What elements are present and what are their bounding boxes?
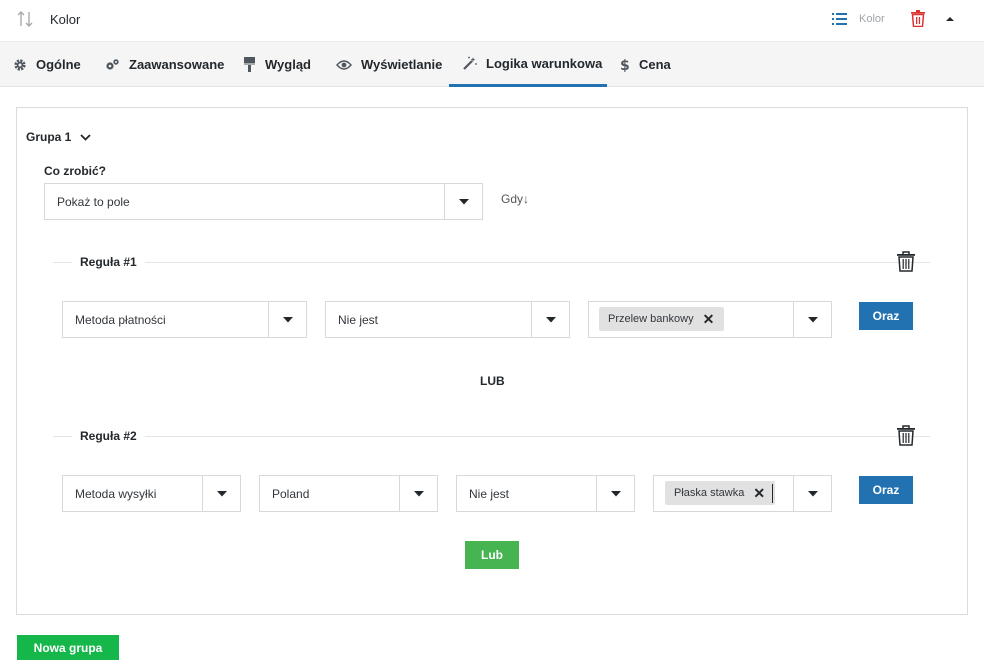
rule-divider [53, 262, 930, 263]
select-arrow [793, 476, 831, 511]
when-label: Gdy↓ [501, 192, 530, 206]
caret-down-icon [216, 490, 227, 496]
tab-advanced[interactable]: Zaawansowane [105, 42, 224, 87]
sort-arrows-icon[interactable] [17, 10, 33, 28]
dollar-icon: $ [620, 58, 630, 72]
eye-icon [336, 59, 352, 70]
gears-icon [106, 58, 119, 70]
list-icon [832, 13, 847, 25]
remove-tag-icon[interactable]: ✕ [753, 485, 765, 502]
magic-wand-icon [463, 56, 477, 70]
tab-general[interactable]: Ogólne [13, 42, 81, 87]
rule-title: Reguła #1 [72, 255, 145, 269]
select-arrow [399, 476, 437, 511]
group-toggle[interactable]: Grupa 1 [26, 130, 91, 144]
action-label: Co zrobić? [44, 164, 106, 178]
new-group-button[interactable]: Nowa grupa [17, 635, 119, 660]
select-arrow [596, 476, 634, 511]
svg-text:$: $ [620, 58, 630, 72]
tab-appearance[interactable]: Wygląd [243, 42, 311, 87]
rule2-field-value: Metoda wysyłki [75, 487, 157, 501]
brush-icon [244, 57, 255, 72]
action-select[interactable]: Pokaż to pole [44, 183, 483, 220]
rule1-operator-select[interactable]: Nie jest [325, 301, 570, 338]
field-type-label: Kolor [859, 13, 885, 25]
field-title: Kolor [50, 12, 81, 27]
select-arrow [444, 184, 482, 219]
tab-display[interactable]: Wyświetlanie [336, 42, 442, 87]
chevron-down-icon [80, 133, 91, 141]
rule1-field-value: Metoda płatności [75, 313, 166, 327]
remove-tag-icon[interactable]: ✕ [703, 311, 715, 328]
field-header: Kolor Kolor [0, 0, 984, 41]
tab-label: Logika warunkowa [486, 55, 603, 71]
caret-down-icon [413, 490, 424, 496]
or-separator: LUB [480, 374, 505, 388]
and-button[interactable]: Oraz [859, 302, 913, 330]
select-arrow [202, 476, 240, 511]
tab-conditional-logic[interactable]: Logika warunkowa [449, 42, 607, 87]
settings-tabs: Ogólne Zaawansowane Wygląd Wyświetlanie … [0, 41, 984, 87]
rule2-country-value: Poland [272, 487, 310, 501]
select-arrow [268, 302, 306, 337]
tab-label: Ogólne [36, 57, 81, 72]
caret-down-icon [545, 316, 556, 322]
and-button[interactable]: Oraz [859, 476, 913, 504]
caret-up-icon[interactable] [944, 14, 956, 24]
text-cursor [772, 484, 773, 503]
select-arrow [793, 302, 831, 337]
value-tag: Płaska stawka ✕ [665, 481, 776, 505]
rule-divider [53, 436, 930, 437]
select-arrow [531, 302, 569, 337]
rule1-field-select[interactable]: Metoda płatności [62, 301, 307, 338]
caret-down-icon [807, 316, 818, 322]
caret-down-icon [282, 316, 293, 322]
rule-title: Reguła #2 [72, 429, 145, 443]
tag-label: Przelew bankowy [608, 313, 694, 325]
tab-label: Wygląd [265, 57, 311, 72]
tag-label: Płaska stawka [674, 487, 745, 499]
rule2-field-select[interactable]: Metoda wysyłki [62, 475, 241, 512]
rule2-country-select[interactable]: Poland [259, 475, 438, 512]
trash-icon[interactable] [897, 425, 915, 446]
group-label: Grupa 1 [26, 130, 72, 144]
gear-icon [14, 58, 26, 71]
or-button[interactable]: Lub [465, 541, 519, 569]
tab-label: Cena [639, 57, 671, 72]
trash-icon[interactable] [897, 251, 915, 272]
rule2-operator-select[interactable]: Nie jest [456, 475, 635, 512]
caret-down-icon [807, 490, 818, 496]
rule2-operator-value: Nie jest [469, 487, 510, 501]
caret-down-icon [458, 198, 469, 204]
tab-label: Zaawansowane [129, 57, 225, 72]
tab-price[interactable]: $ Cena [620, 42, 671, 87]
rule1-operator-value: Nie jest [338, 313, 379, 327]
trash-icon[interactable] [911, 10, 925, 27]
tab-label: Wyświetlanie [361, 57, 443, 72]
value-tag: Przelew bankowy ✕ [599, 307, 725, 331]
action-select-value: Pokaż to pole [57, 195, 130, 209]
caret-down-icon [610, 490, 621, 496]
